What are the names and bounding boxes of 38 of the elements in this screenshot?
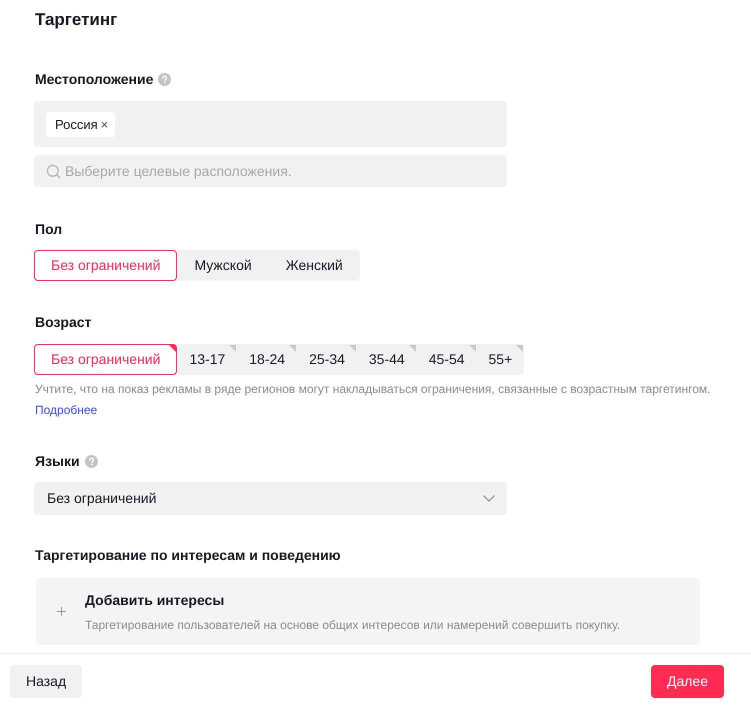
age-option[interactable]: 35-44	[356, 344, 417, 375]
age-option[interactable]: 45-54	[416, 344, 477, 375]
age-option[interactable]: Без ограничений	[34, 344, 178, 375]
back-button[interactable]: Назад	[10, 665, 82, 698]
field-label: Пол	[35, 220, 62, 239]
search-icon	[46, 164, 61, 179]
corner-triangle-icon	[408, 345, 416, 352]
gender-option[interactable]: Мужской	[177, 250, 269, 281]
corner-triangle-icon	[468, 345, 476, 352]
corner-triangle-icon	[229, 345, 236, 352]
field-label: Возраст	[35, 313, 92, 332]
tag-label: Россия	[55, 116, 98, 134]
age-option[interactable]: 25-34	[297, 344, 357, 375]
search-field[interactable]: Выберите целевые расположения.	[34, 155, 507, 187]
field-label: Языки	[35, 452, 80, 471]
add-interests-card[interactable]: Добавить интересы Таргетирование пользователей на основе общих интересов или намерений совершить покупку.	[36, 578, 700, 645]
corner-triangle-icon	[289, 345, 296, 352]
corner-triangle-icon	[516, 345, 524, 352]
selected-locations-field[interactable]: Россия ×	[34, 101, 507, 147]
corner-triangle-icon	[348, 345, 356, 352]
gender-option[interactable]: Без ограничений	[34, 250, 178, 281]
gender-option[interactable]: Женский	[268, 250, 360, 281]
card-description: Таргетирование пользователей на основе общих интересов или намерений совершить покупку.	[85, 616, 620, 634]
age-option[interactable]: 55+	[476, 344, 524, 375]
next-button[interactable]: Далее	[650, 665, 724, 698]
remove-tag-button[interactable]: ×	[100, 116, 108, 132]
chevron-down-icon	[483, 495, 495, 502]
more-link[interactable]: Подробнее	[35, 400, 98, 420]
age-option[interactable]: 13-17	[177, 344, 238, 375]
language-select[interactable]: Без ограничений	[34, 482, 507, 515]
card-title: Добавить интересы	[85, 590, 226, 610]
hint-text: Учтите, что на показ рекламы в ряде регионов могут накладываться ограничения, связанные с возрастным таргетингом.	[35, 381, 712, 398]
age-option[interactable]: 18-24	[237, 344, 298, 375]
section-heading: Таргетирование по интересам и поведению	[35, 546, 341, 565]
plus-icon	[57, 607, 66, 616]
corner-triangle-icon	[169, 345, 176, 352]
field-label: Местоположение	[35, 70, 154, 89]
section-title: Таргетинг	[35, 9, 118, 31]
